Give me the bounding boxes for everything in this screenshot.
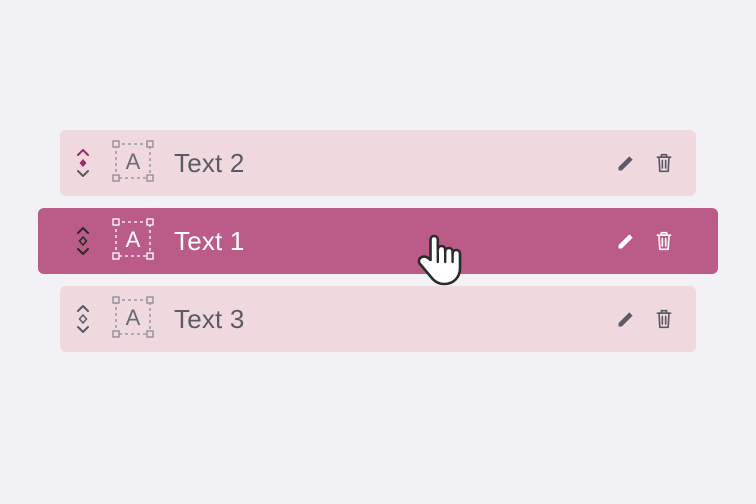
trash-icon [654,152,674,174]
edit-button[interactable] [616,153,636,173]
drag-handle-icon[interactable] [74,149,92,177]
delete-button[interactable] [654,230,674,252]
row-label: Text 2 [174,148,245,179]
sortable-list: A Text 2 [60,130,696,352]
row-actions [616,152,674,174]
drag-handle-icon[interactable] [74,227,92,255]
row-label: Text 1 [174,226,245,257]
delete-button[interactable] [654,152,674,174]
delete-button[interactable] [654,308,674,330]
edit-button[interactable] [616,309,636,329]
pencil-icon [616,153,636,173]
edit-button[interactable] [616,231,636,251]
drag-handle-icon[interactable] [74,305,92,333]
svg-text:A: A [126,227,141,252]
text-element-icon: A [110,216,156,267]
row-label: Text 3 [174,304,245,335]
list-row-active[interactable]: A Text 1 [38,208,718,274]
row-actions [616,230,674,252]
text-element-icon: A [110,138,156,189]
trash-icon [654,230,674,252]
text-element-icon: A [110,294,156,345]
trash-icon [654,308,674,330]
svg-text:A: A [126,149,141,174]
list-row[interactable]: A Text 3 [60,286,696,352]
svg-text:A: A [126,305,141,330]
pencil-icon [616,309,636,329]
row-actions [616,308,674,330]
pencil-icon [616,231,636,251]
list-row[interactable]: A Text 2 [60,130,696,196]
